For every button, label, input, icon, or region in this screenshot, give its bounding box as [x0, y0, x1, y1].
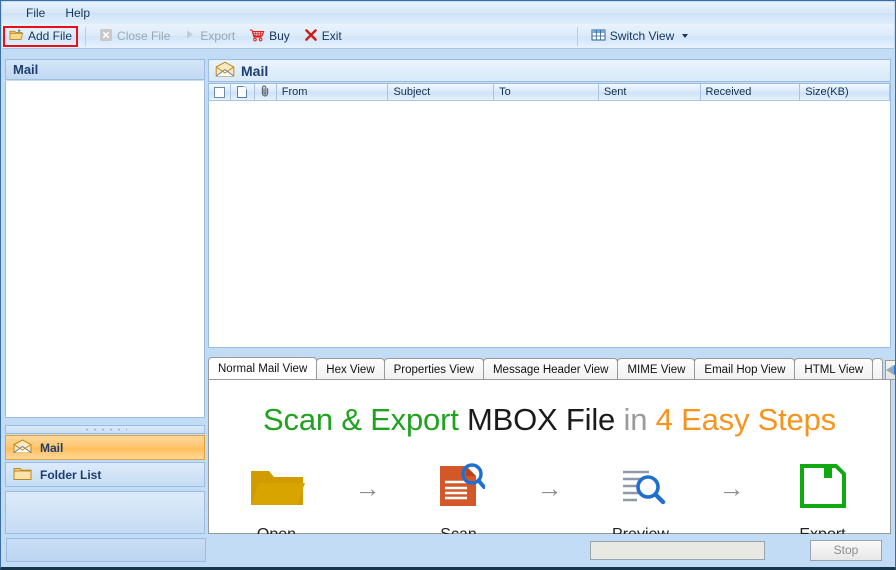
tab-html-view[interactable]: HTML View [794, 358, 874, 380]
sidebar-item-mail[interactable]: Mail [5, 435, 205, 460]
view-tabs: Normal Mail View Hex View Properties Vie… [208, 356, 895, 380]
column-header-unread[interactable] [231, 84, 255, 100]
banner-title-part3: in [623, 402, 648, 437]
step-scan: Scan [400, 458, 518, 544]
column-header-from[interactable]: From [277, 84, 389, 100]
envelope-icon [215, 61, 235, 80]
add-file-label: Add File [28, 29, 73, 43]
column-header-received[interactable]: Received [701, 84, 801, 100]
sidebar-header: Mail [5, 59, 205, 80]
close-icon [99, 28, 113, 45]
step-arrow-2: → [518, 458, 582, 518]
progress-bar [590, 540, 765, 560]
chevron-down-icon[interactable] [682, 34, 689, 38]
column-header-attachment[interactable] [255, 84, 277, 100]
status-left-panel [6, 538, 206, 562]
arrow-right-icon: → [354, 473, 381, 503]
tab-hex-view[interactable]: Hex View [316, 358, 385, 380]
preview-search-icon [582, 458, 700, 514]
tab-content-panel: Scan & Export MBOX File in 4 Easy Steps … [208, 379, 891, 543]
sidebar-item-mail-label: Mail [40, 440, 64, 455]
toolbar-separator-1 [85, 26, 87, 46]
tab-properties-view[interactable]: Properties View [383, 358, 484, 380]
mail-grid[interactable]: From Subject To Sent Received Size(KB) [208, 83, 891, 348]
sidebar-nav: Mail Folder List [5, 435, 205, 534]
step-arrow-1: → [336, 458, 400, 518]
main-pane: Mail From Subject To Sent Received Size(… [208, 59, 895, 543]
stop-button[interactable]: Stop [810, 539, 882, 561]
menu-bar: File Help [2, 2, 894, 24]
tab-scroll-buttons[interactable] [885, 360, 895, 380]
status-bar: Stop [2, 534, 894, 566]
banner-title-part2: MBOX File [467, 402, 616, 437]
folder-icon [13, 466, 32, 484]
buy-label: Buy [269, 29, 290, 43]
exit-button[interactable]: Exit [298, 26, 348, 47]
sidebar-item-folder-list-label: Folder List [40, 467, 102, 482]
column-header-select-all[interactable] [209, 84, 231, 100]
shopping-cart-icon [249, 28, 265, 45]
step-preview: Preview [582, 458, 700, 544]
switch-view-label: Switch View [609, 29, 675, 43]
step-open: Open [218, 458, 336, 544]
arrow-right-icon: → [718, 473, 745, 503]
app-window: File Help Add File Close File Export Buy… [0, 0, 896, 570]
folder-tree-panel[interactable] [5, 81, 205, 418]
switch-view-button[interactable]: Switch View [585, 26, 694, 47]
step-export: Export [764, 458, 882, 544]
sidebar-splitter[interactable] [5, 425, 205, 434]
sidebar: Mail Mail Folder List [5, 59, 205, 534]
step-arrow-3: → [700, 458, 764, 518]
chevron-left-icon[interactable] [886, 365, 895, 375]
envelope-icon [13, 438, 32, 457]
steps-row: Open → [209, 458, 890, 544]
column-header-to[interactable]: To [494, 84, 599, 100]
checkbox-icon[interactable] [213, 86, 225, 98]
export-label: Export [200, 29, 236, 43]
tab-rtf-view[interactable]: RTF Vi [872, 358, 884, 380]
column-header-subject[interactable]: Subject [388, 84, 495, 100]
tab-normal-mail-view[interactable]: Normal Mail View [208, 357, 318, 380]
column-header-size[interactable]: Size(KB) [800, 84, 890, 100]
banner-title: Scan & Export MBOX File in 4 Easy Steps [209, 402, 890, 438]
export-button[interactable]: Export [178, 26, 241, 47]
page-icon [237, 86, 248, 98]
grid-table-icon [591, 28, 606, 45]
arrow-right-icon: → [536, 473, 563, 503]
grip-dots-icon [83, 428, 127, 431]
close-file-label: Close File [117, 29, 171, 43]
close-file-button[interactable]: Close File [93, 26, 176, 47]
mail-pane-header: Mail [208, 59, 891, 82]
x-close-icon [304, 28, 318, 45]
play-triangle-icon [184, 28, 196, 44]
column-header-sent[interactable]: Sent [599, 84, 701, 100]
paperclip-icon [261, 85, 270, 100]
tab-email-hop-view[interactable]: Email Hop View [694, 358, 796, 380]
toolbar-separator-2 [576, 26, 578, 46]
banner-title-part4: 4 Easy Steps [655, 402, 836, 437]
sidebar-filler [5, 491, 205, 534]
sidebar-item-folder-list[interactable]: Folder List [5, 462, 205, 487]
buy-button[interactable]: Buy [243, 26, 296, 47]
document-search-icon [400, 458, 518, 514]
tab-message-header-view[interactable]: Message Header View [482, 358, 619, 380]
banner-title-part1: Scan & Export [263, 402, 459, 437]
mail-grid-header: From Subject To Sent Received Size(KB) [209, 84, 890, 101]
open-folder-icon [218, 458, 336, 514]
toolbar: Add File Close File Export Buy Exit Swit… [2, 24, 894, 49]
menu-item-file[interactable]: File [16, 4, 55, 22]
tab-mime-view[interactable]: MIME View [617, 358, 696, 380]
exit-label: Exit [321, 29, 342, 43]
open-folder-icon [9, 28, 24, 45]
save-floppy-icon [764, 458, 882, 514]
mail-pane-title: Mail [241, 62, 269, 79]
add-file-button[interactable]: Add File [3, 25, 79, 47]
menu-item-help[interactable]: Help [55, 4, 100, 22]
